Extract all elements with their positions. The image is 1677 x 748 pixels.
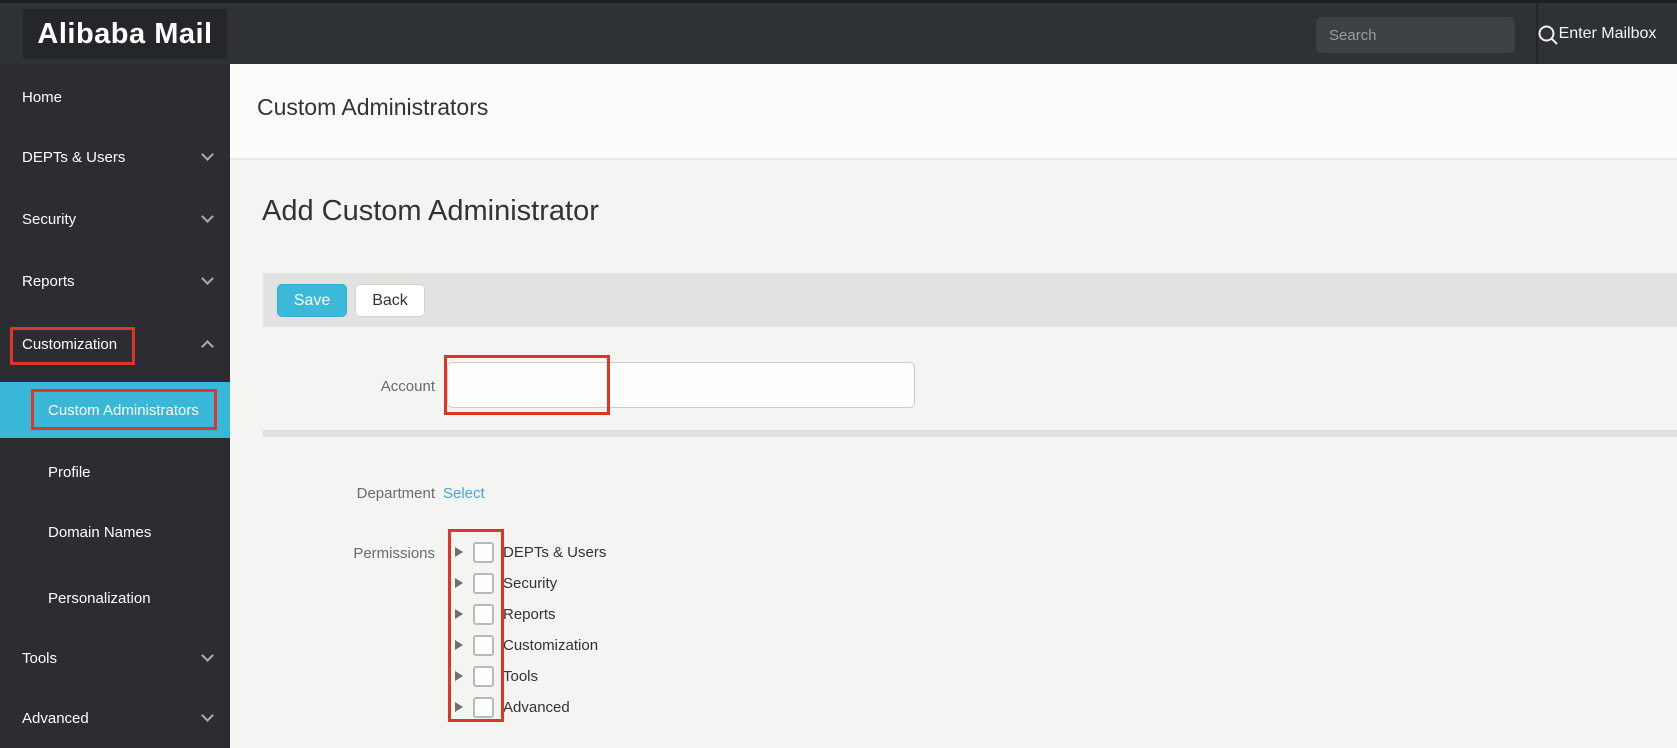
sidebar-item-label: DEPTs & Users [22, 148, 126, 166]
sidebar-item-label: Reports [22, 272, 75, 290]
sidebar-item-customization[interactable]: Customization [0, 324, 230, 364]
enter-mailbox-button[interactable]: Enter Mailbox [1538, 3, 1677, 64]
permission-row-reports: Reports [455, 599, 556, 629]
permission-row-depts-users: DEPTs & Users [455, 537, 606, 567]
sidebar-item-label: Home [22, 88, 63, 106]
chevron-down-icon [201, 709, 214, 722]
sidebar-item-label: Custom Administrators [48, 401, 199, 419]
chevron-down-icon [201, 649, 214, 662]
department-label: Department [356, 485, 435, 502]
sidebar-item-advanced[interactable]: Advanced [0, 698, 230, 738]
permission-label: Reports [503, 605, 556, 623]
expand-arrow-icon[interactable] [455, 640, 463, 650]
account-input[interactable] [447, 362, 915, 408]
expand-arrow-icon[interactable] [455, 671, 463, 681]
back-button[interactable]: Back [355, 284, 425, 317]
permission-label: DEPTs & Users [503, 543, 607, 561]
sidebar-item-label: Personalization [48, 589, 151, 607]
sidebar-item-custom-administrators[interactable]: Custom Administrators [0, 382, 230, 438]
permission-checkbox[interactable] [473, 572, 494, 594]
permission-checkbox[interactable] [473, 696, 494, 718]
sidebar-item-security[interactable]: Security [0, 199, 230, 239]
sidebar-item-home[interactable]: Home [0, 77, 230, 117]
sidebar-item-tools[interactable]: Tools [0, 638, 230, 678]
permission-checkbox[interactable] [473, 541, 494, 563]
permission-checkbox[interactable] [473, 665, 494, 687]
permission-label: Advanced [503, 698, 570, 716]
sidebar-item-label: Profile [48, 463, 91, 481]
permission-label: Customization [503, 636, 599, 654]
permissions-label: Permissions [353, 545, 435, 562]
app-logo-text: Alibaba Mail [37, 17, 213, 50]
sidebar-item-reports[interactable]: Reports [0, 261, 230, 301]
sidebar-item-label: Advanced [22, 709, 89, 727]
chevron-up-icon [201, 340, 214, 353]
permission-label: Tools [503, 667, 539, 685]
account-label: Account [380, 378, 435, 395]
expand-arrow-icon[interactable] [455, 702, 463, 712]
sidebar-item-domain-names[interactable]: Domain Names [0, 512, 230, 552]
sidebar-item-label: Domain Names [48, 523, 152, 541]
sidebar-item-label: Security [22, 210, 77, 228]
expand-arrow-icon[interactable] [455, 609, 463, 619]
department-select-link[interactable]: Select [443, 485, 485, 502]
app-logo: Alibaba Mail [23, 9, 227, 59]
page-title: Custom Administrators [257, 94, 489, 120]
sidebar-item-personalization[interactable]: Personalization [0, 578, 230, 618]
permission-checkbox[interactable] [473, 603, 494, 625]
chevron-down-icon [201, 148, 214, 161]
sidebar-item-profile[interactable]: Profile [0, 452, 230, 492]
form-toolbar: Save Back [263, 273, 1677, 327]
save-button[interactable]: Save [277, 284, 347, 317]
chevron-down-icon [201, 272, 214, 285]
search-input[interactable] [1316, 17, 1536, 53]
permission-row-tools: Tools [455, 661, 538, 691]
sidebar-nav: Home DEPTs & Users Security Reports Cust… [0, 64, 230, 748]
expand-arrow-icon[interactable] [455, 547, 463, 557]
search-box[interactable] [1316, 17, 1558, 53]
permission-checkbox[interactable] [473, 634, 494, 656]
expand-arrow-icon[interactable] [455, 578, 463, 588]
permission-row-customization: Customization [455, 630, 598, 660]
permission-row-advanced: Advanced [455, 692, 570, 722]
sidebar-item-label: Customization [22, 335, 118, 353]
section-divider [263, 430, 1677, 437]
top-header: Alibaba Mail Enter Mailbox [0, 0, 1677, 64]
section-title: Add Custom Administrator [262, 195, 599, 227]
permission-label: Security [503, 574, 558, 592]
sidebar-item-depts-users[interactable]: DEPTs & Users [0, 137, 230, 177]
permission-row-security: Security [455, 568, 557, 598]
chevron-down-icon [201, 210, 214, 223]
sidebar-item-label: Tools [22, 649, 58, 667]
